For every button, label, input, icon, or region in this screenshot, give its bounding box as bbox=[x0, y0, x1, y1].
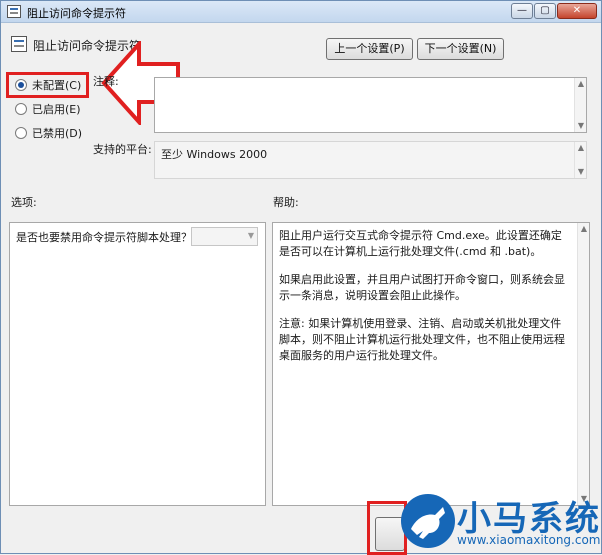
help-paragraph: 注意: 如果计算机使用登录、注销、启动或关机批处理文件脚本，则不阻止计算机运行批… bbox=[279, 317, 565, 362]
scroll-down-icon[interactable]: ▼ bbox=[575, 120, 587, 132]
option-select[interactable]: ▼ bbox=[191, 227, 258, 246]
title-bar: 阻止访问命令提示符 — ▢ ✕ bbox=[1, 1, 601, 23]
scroll-up-icon[interactable]: ▲ bbox=[575, 142, 587, 154]
next-setting-button[interactable]: 下一个设置(N) bbox=[417, 38, 504, 60]
options-panel: 是否也要禁用命令提示符脚本处理？ ▼ bbox=[9, 222, 266, 506]
scroll-down-icon[interactable]: ▼ bbox=[575, 166, 587, 178]
radio-enabled[interactable]: 已启用(E) bbox=[15, 101, 81, 117]
maximize-button[interactable]: ▢ bbox=[534, 3, 556, 19]
radio-icon[interactable] bbox=[15, 103, 27, 115]
comment-scrollbar[interactable]: ▲ ▼ bbox=[574, 78, 586, 132]
radio-label-enabled: 已启用(E) bbox=[32, 103, 81, 116]
platform-value: 至少 Windows 2000 bbox=[161, 148, 268, 161]
policy-dialog: 阻止访问命令提示符 — ▢ ✕ 阻止访问命令提示符 上一个设置(P) 下一个设置… bbox=[0, 0, 602, 555]
horse-logo-icon bbox=[401, 494, 455, 548]
previous-setting-button[interactable]: 上一个设置(P) bbox=[326, 38, 413, 60]
platform-field: 至少 Windows 2000 ▲ ▼ bbox=[154, 141, 587, 179]
scroll-up-icon[interactable]: ▲ bbox=[578, 223, 590, 235]
help-panel: 阻止用户运行交互式命令提示符 Cmd.exe。此设置还确定是否可以在计算机上运行… bbox=[272, 222, 590, 506]
policy-window-icon bbox=[7, 5, 21, 18]
option-question: 是否也要禁用命令提示符脚本处理？ bbox=[16, 231, 192, 244]
radio-label-disabled: 已禁用(D) bbox=[32, 127, 83, 140]
watermark-url: www.xiaomaxitong.com bbox=[457, 533, 601, 547]
help-paragraph: 阻止用户运行交互式命令提示符 Cmd.exe。此设置还确定是否可以在计算机上运行… bbox=[279, 229, 562, 258]
radio-disabled[interactable]: 已禁用(D) bbox=[15, 125, 82, 141]
close-button[interactable]: ✕ bbox=[557, 3, 597, 19]
policy-icon bbox=[11, 36, 27, 52]
watermark: 小马系统 www.xiaomaxitong.com bbox=[399, 489, 602, 555]
scroll-up-icon[interactable]: ▲ bbox=[575, 78, 587, 90]
minimize-button[interactable]: — bbox=[511, 3, 533, 19]
window-title: 阻止访问命令提示符 bbox=[27, 7, 126, 20]
comment-label: 注释: bbox=[93, 75, 119, 88]
help-label: 帮助: bbox=[273, 196, 299, 209]
help-content: 阻止用户运行交互式命令提示符 Cmd.exe。此设置还确定是否可以在计算机上运行… bbox=[279, 228, 571, 376]
options-label: 选项: bbox=[11, 196, 37, 209]
radio-icon[interactable] bbox=[15, 127, 27, 139]
annotation-highlight-box bbox=[6, 72, 89, 98]
platform-scrollbar[interactable]: ▲ ▼ bbox=[574, 142, 586, 178]
help-paragraph: 如果启用此设置，并且用户试图打开命令窗口，则系统会显示一条消息，说明设置会阻止此… bbox=[279, 273, 565, 302]
help-scrollbar[interactable]: ▲ ▼ bbox=[577, 223, 589, 505]
chevron-down-icon[interactable]: ▼ bbox=[248, 231, 254, 240]
platform-label: 支持的平台: bbox=[93, 143, 152, 156]
comment-textarea[interactable]: ▲ ▼ bbox=[154, 77, 587, 133]
